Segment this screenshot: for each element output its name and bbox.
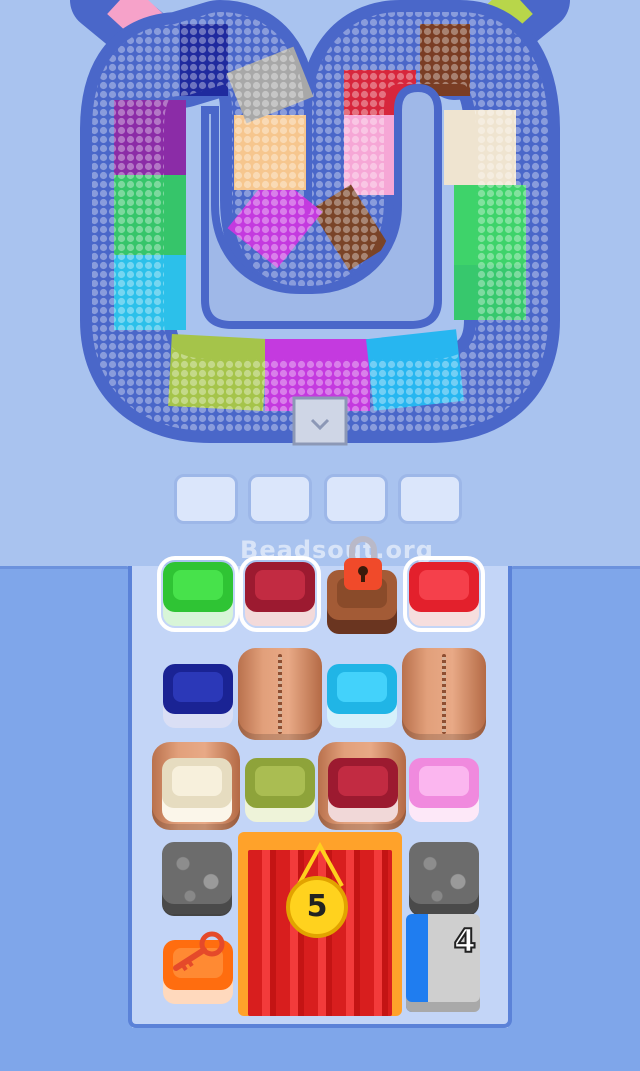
bottom-strip [0, 1028, 640, 1071]
cream-tray[interactable] [162, 758, 232, 822]
holding-slot-2 [248, 474, 312, 524]
pink-tray[interactable] [409, 758, 479, 822]
right-panel [508, 566, 640, 1071]
olive-tray[interactable] [245, 758, 315, 822]
red-tray[interactable] [403, 556, 485, 632]
dark-red-tray-2[interactable] [328, 758, 398, 822]
key-icon [173, 931, 225, 972]
stone-block-2 [409, 842, 479, 914]
holding-slot-1 [174, 474, 238, 524]
left-panel [0, 566, 132, 1071]
zipper-bag-1[interactable] [238, 648, 322, 740]
stone-block-1 [162, 842, 232, 914]
green-tray[interactable] [157, 556, 239, 632]
holding-slot-3 [324, 474, 388, 524]
holding-slot-4 [398, 474, 462, 524]
padlock-icon [344, 536, 382, 590]
navy-tray[interactable] [163, 664, 233, 728]
gray-counter-block[interactable]: 4 [406, 914, 480, 1012]
gray-block-counter: 4 [453, 921, 477, 961]
curtain-counter: 5 [286, 876, 348, 938]
bead-track [70, 0, 570, 446]
watermark: Beadsout.org [240, 536, 434, 564]
curtain-stage[interactable]: 5 [238, 832, 402, 1016]
zipper-bag-2[interactable] [402, 648, 486, 740]
cyan-tray[interactable] [327, 664, 397, 728]
game-scene: Beadsout.org 5 4 [0, 0, 640, 1071]
dark-red-tray[interactable] [239, 556, 321, 632]
